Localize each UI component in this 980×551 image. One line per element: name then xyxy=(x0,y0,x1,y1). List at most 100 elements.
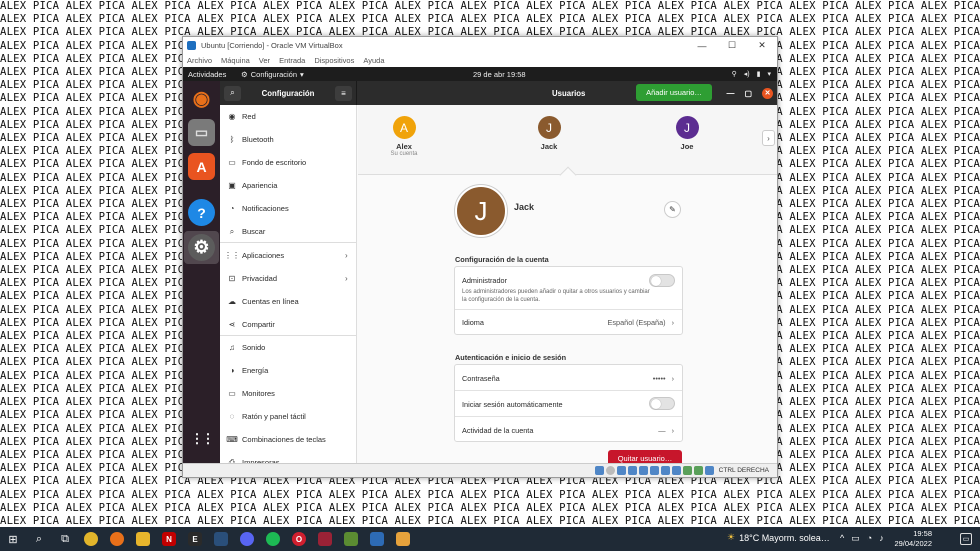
mouse-integration-icon[interactable] xyxy=(693,466,703,475)
sidebar-item-impresoras[interactable]: ⎙ Impresoras xyxy=(220,451,357,464)
network-icon[interactable]: ◔ xyxy=(867,533,872,544)
profile-avatar[interactable]: J xyxy=(455,185,507,237)
optical-drive-icon[interactable] xyxy=(605,466,615,475)
sidebar-item-red[interactable]: ◉ Red xyxy=(220,105,357,128)
taskbar-app-epic-games[interactable]: E xyxy=(182,527,208,551)
edit-name-button[interactable]: ✎ xyxy=(664,201,681,218)
sidebar-item-label: Red xyxy=(242,112,256,121)
users-panel: A Alex Su cuenta J Jack J Joe › J Jack ✎… xyxy=(358,105,777,463)
epic-games-icon: E xyxy=(188,532,202,546)
sidebar-item-buscar[interactable]: ⌕ Buscar xyxy=(220,220,357,243)
taskbar-app-opera[interactable]: O xyxy=(286,527,312,551)
account-activity-row[interactable]: Actividad de la cuenta — › xyxy=(455,417,682,443)
notification-center-icon[interactable]: ▭ xyxy=(960,533,972,545)
taskbar-app-chrome[interactable] xyxy=(78,527,104,551)
taskbar-app-explorer[interactable] xyxy=(130,527,156,551)
show-apps-button[interactable]: ⋮⋮ xyxy=(188,425,215,452)
dock-help[interactable]: ? xyxy=(188,199,215,226)
taskbar-app-netflix[interactable]: N xyxy=(156,527,182,551)
administrator-toggle[interactable] xyxy=(649,274,675,287)
taskbar-app-steam[interactable] xyxy=(208,527,234,551)
chevron-right-icon: › xyxy=(345,274,348,283)
sidebar-item-label: Privacidad xyxy=(242,274,278,283)
carousel-user-joe[interactable]: J Joe xyxy=(647,116,727,151)
weather-widget[interactable]: ☀ 18°C Mayorm. solea… xyxy=(727,532,830,543)
usb-icon[interactable] xyxy=(638,466,648,475)
sidebar-item-privacidad[interactable]: ⊡ Privacidad › xyxy=(220,267,357,290)
maximize-button[interactable]: ☐ xyxy=(717,40,747,51)
sidebar-item-combinaciones-de-teclas[interactable]: ⌨ Combinaciones de teclas xyxy=(220,428,357,451)
vbox-titlebar[interactable]: Ubuntu [Corriendo] - Oracle VM VirtualBo… xyxy=(183,37,777,54)
carousel-next-button[interactable]: › xyxy=(762,130,775,146)
recording-icon[interactable] xyxy=(671,466,681,475)
maximize-icon[interactable]: ▢ xyxy=(744,89,752,98)
sidebar-item-label: Combinaciones de teclas xyxy=(242,435,326,444)
search-button[interactable]: ⌕ xyxy=(224,85,241,101)
menu-maquina[interactable]: Máquina xyxy=(221,56,250,65)
clock[interactable]: 29 de abr 19:58 xyxy=(473,70,526,79)
sidebar-item-sonido[interactable]: ♫ Sonido xyxy=(220,336,357,359)
volume-icon[interactable]: ♪ xyxy=(879,533,884,544)
start-button[interactable]: ⊞ xyxy=(0,527,26,551)
minimize-button[interactable]: — xyxy=(687,41,717,51)
add-user-button[interactable]: Añadir usuario… xyxy=(636,84,712,101)
language-row[interactable]: Idioma Español (España) › xyxy=(455,310,682,335)
menu-archivo[interactable]: Archivo xyxy=(187,56,212,65)
close-button[interactable]: ✕ xyxy=(747,40,777,51)
menu-button[interactable]: ≡ xyxy=(335,85,352,101)
taskbar-app-spotify[interactable] xyxy=(260,527,286,551)
app-menu[interactable]: ⚙ Configuración ▾ xyxy=(241,70,304,79)
dock-settings[interactable]: ⚙ xyxy=(188,234,215,261)
taskbar-app-app[interactable] xyxy=(312,527,338,551)
password-row[interactable]: Contraseña ••••• › xyxy=(455,365,682,391)
menu-ver[interactable]: Ver xyxy=(259,56,270,65)
display-icon[interactable]: ▭ xyxy=(851,533,860,544)
minimize-icon[interactable]: — xyxy=(726,89,734,98)
carousel-user-alex[interactable]: A Alex Su cuenta xyxy=(364,116,444,157)
menu-entrada[interactable]: Entrada xyxy=(279,56,305,65)
caret-down-icon: ▾ xyxy=(300,69,304,79)
network-adapter-icon[interactable] xyxy=(627,466,637,475)
sidebar-item-notificaciones[interactable]: ◔ Notificaciones xyxy=(220,197,357,220)
autologin-toggle[interactable] xyxy=(649,397,675,410)
carousel-user-jack[interactable]: J Jack xyxy=(509,116,589,151)
activities-button[interactable]: Actividades xyxy=(183,70,241,79)
chevron-up-icon[interactable]: ^ xyxy=(840,533,844,544)
taskbar-app-firefox[interactable] xyxy=(104,527,130,551)
taskbar-app-app2[interactable] xyxy=(390,527,416,551)
taskbar-app-discord[interactable] xyxy=(234,527,260,551)
taskbar-clock[interactable]: 19:58 29/04/2022 xyxy=(894,529,932,549)
sidebar-item-cuentas-en-línea[interactable]: ☁ Cuentas en línea xyxy=(220,290,357,313)
sidebar-item-bluetooth[interactable]: ᛒ Bluetooth xyxy=(220,128,357,151)
window-controls: — ▢ ✕ xyxy=(726,87,773,99)
sidebar-item-compartir[interactable]: ⋖ Compartir xyxy=(220,313,357,336)
sidebar-item-ratón-y-panel-táctil[interactable]: ◌ Ratón y panel táctil xyxy=(220,405,357,428)
windows-taskbar: ⊞ ⌕ ⧉ NEO ☀ 18°C Mayorm. solea… ^ ▭ ◔ ♪ … xyxy=(0,527,980,551)
search-button[interactable]: ⌕ xyxy=(26,527,52,551)
sidebar-item-energía[interactable]: ◑ Energía xyxy=(220,359,357,382)
sidebar-item-fondo-de-escritorio[interactable]: ▭ Fondo de escritorio xyxy=(220,151,357,174)
system-tray[interactable]: ⚲ ◂) ▮ ▾ xyxy=(732,70,771,78)
sidebar-item-aplicaciones[interactable]: ⋮⋮ Aplicaciones › xyxy=(220,244,357,267)
notification-tray: ^ ▭ ◔ ♪ xyxy=(840,533,884,544)
dock-files[interactable]: ▭ xyxy=(188,119,215,146)
remove-user-button[interactable]: Quitar usuario… xyxy=(608,450,682,463)
keyboard-icon[interactable] xyxy=(704,466,714,475)
audio-icon[interactable] xyxy=(616,466,626,475)
taskbar-app-virtualbox[interactable] xyxy=(364,527,390,551)
dock-software[interactable]: A xyxy=(188,153,215,180)
dock-firefox[interactable]: ◉ xyxy=(188,85,215,112)
taskbar-app-minecraft[interactable] xyxy=(338,527,364,551)
task-view-button[interactable]: ⧉ xyxy=(52,527,78,551)
cpu-icon[interactable] xyxy=(682,466,692,475)
menu-dispositivos[interactable]: Dispositivos xyxy=(314,56,354,65)
sidebar-item-monitores[interactable]: ▭ Monitores xyxy=(220,382,357,405)
menu-ayuda[interactable]: Ayuda xyxy=(363,56,384,65)
shared-folders-icon[interactable] xyxy=(649,466,659,475)
hard-disk-icon[interactable] xyxy=(594,466,604,475)
sidebar-item-apariencia[interactable]: ▣ Apariencia xyxy=(220,174,357,197)
close-icon[interactable]: ✕ xyxy=(762,87,773,99)
display-icon[interactable] xyxy=(660,466,670,475)
hamburger-icon: ≡ xyxy=(341,88,346,98)
spotify-icon xyxy=(266,532,280,546)
